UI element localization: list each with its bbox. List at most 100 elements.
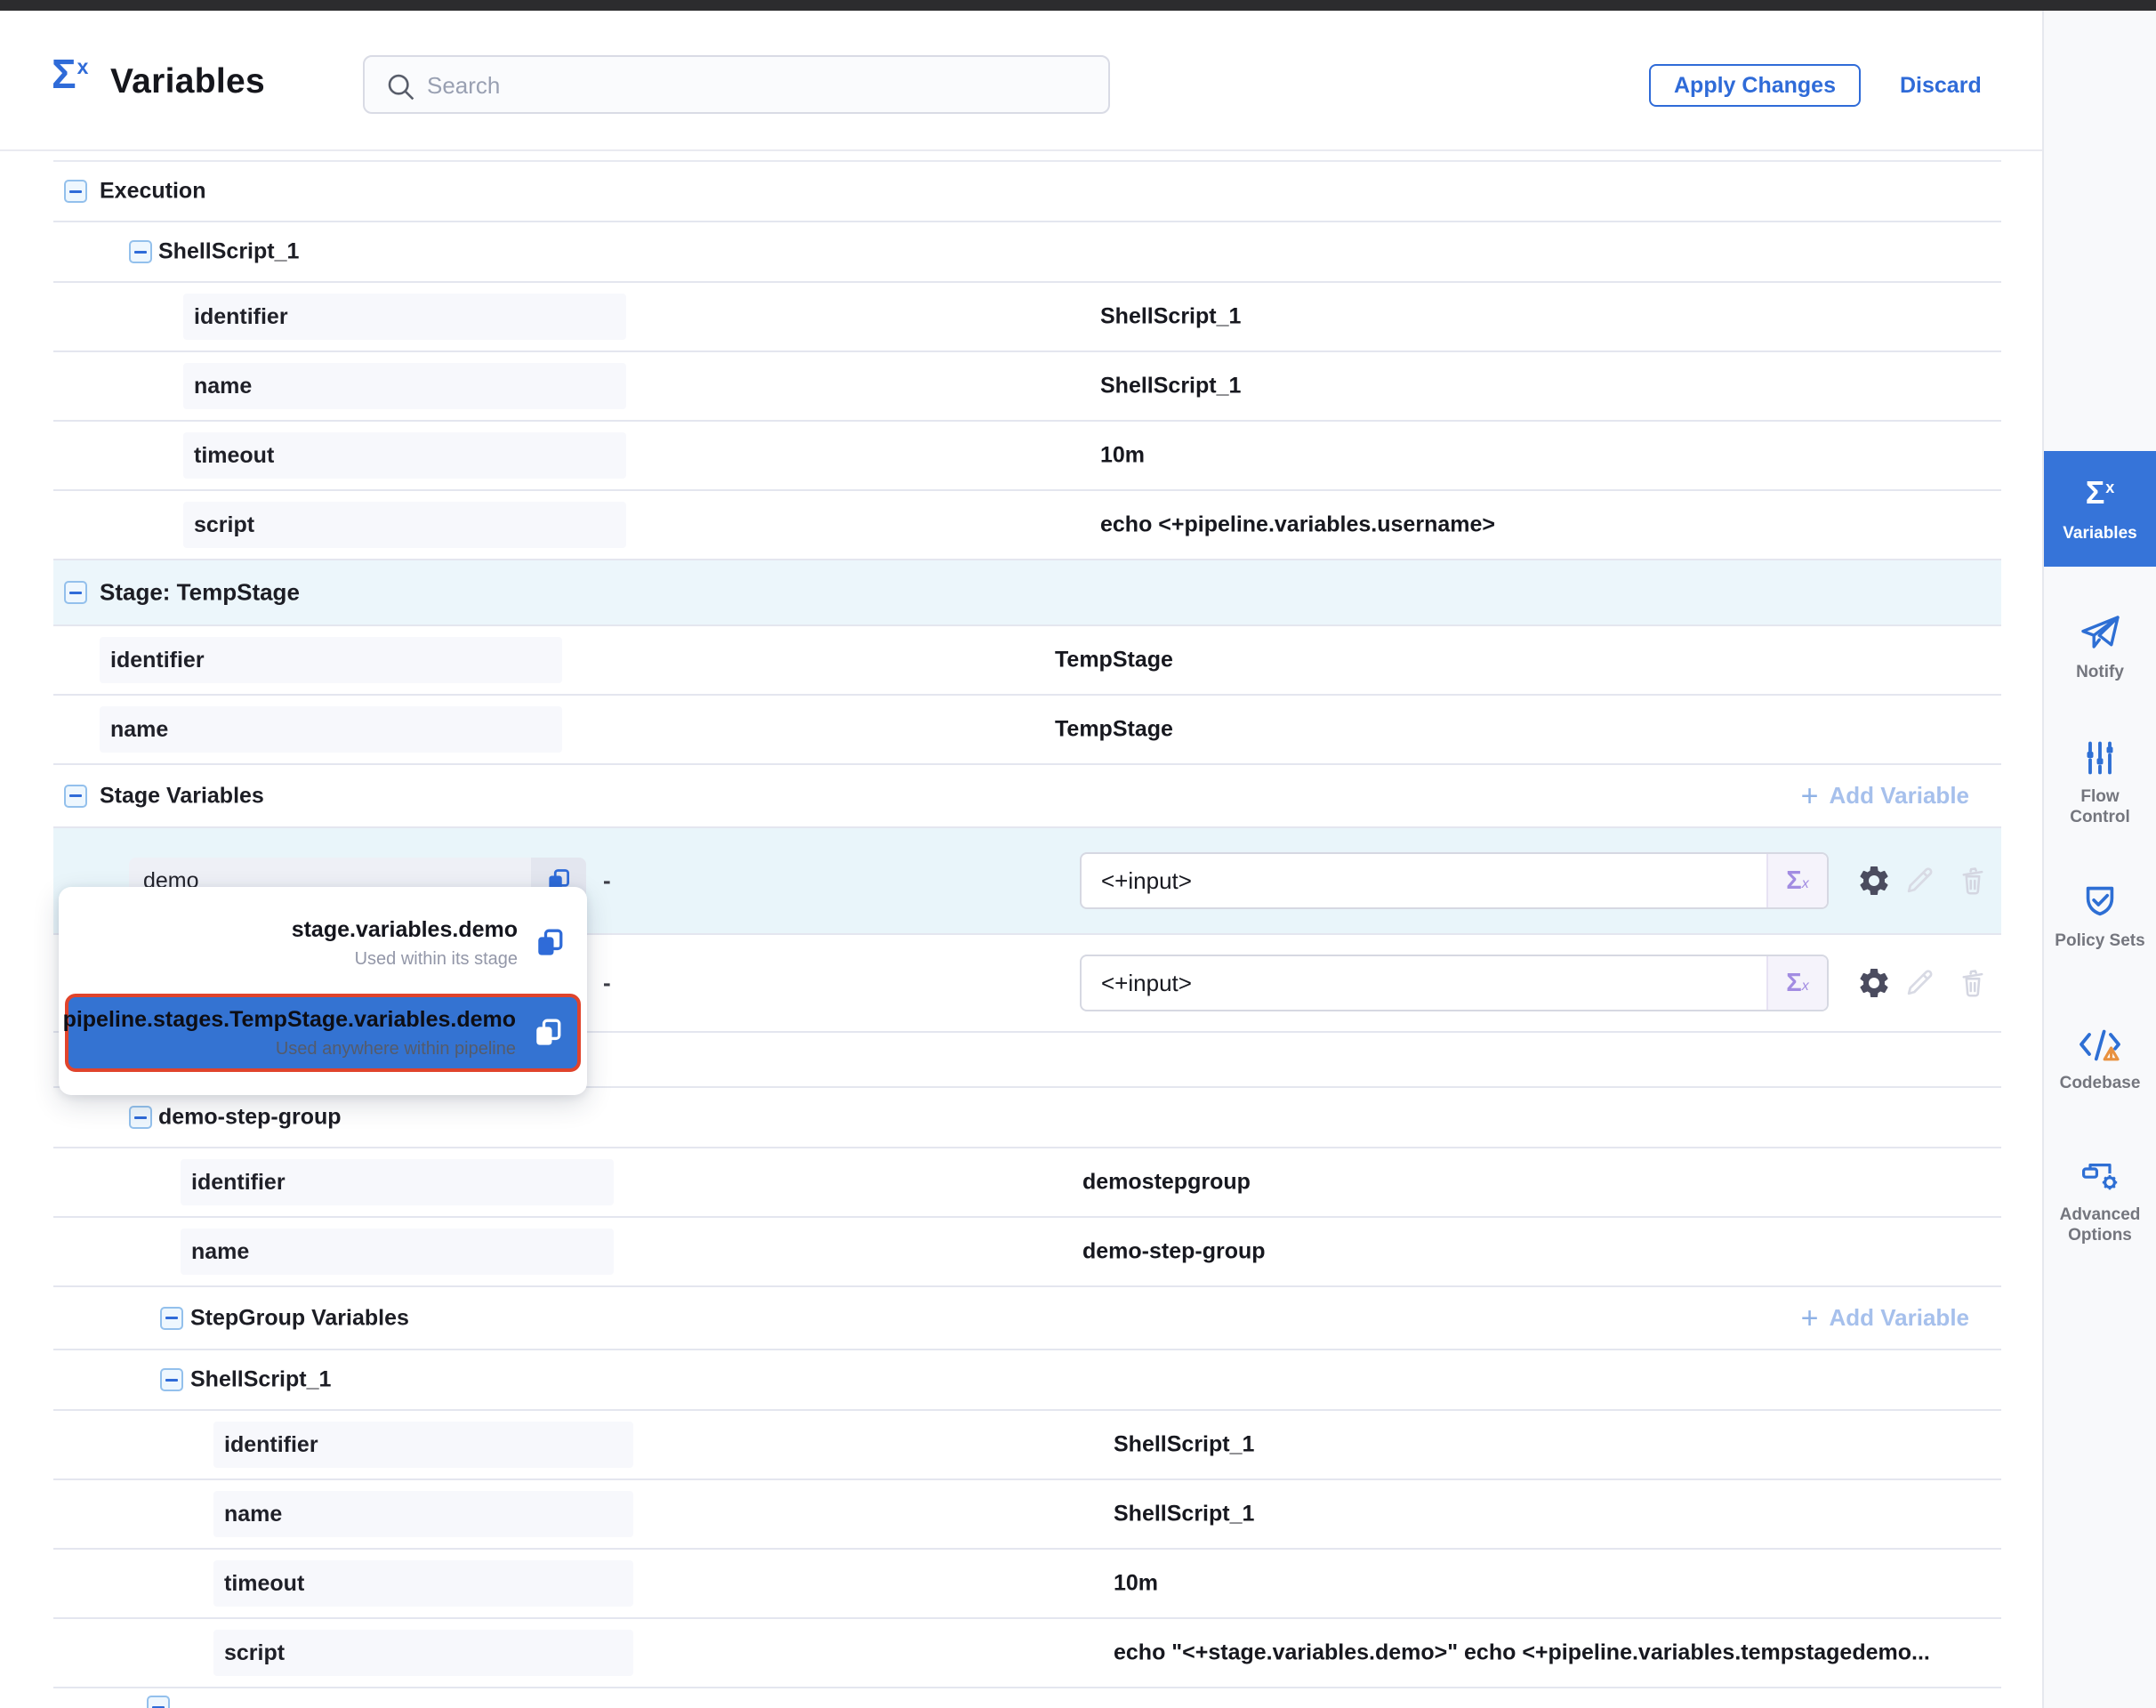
table-row-name: name ShellScript_1 xyxy=(53,1480,2001,1550)
edit-pencil-icon[interactable] xyxy=(1903,966,1936,1000)
field-label: script xyxy=(183,502,626,548)
field-label: name xyxy=(213,1491,633,1537)
collapse-minus-icon[interactable] xyxy=(160,1307,183,1330)
field-label: name xyxy=(100,706,562,753)
table-row-identifier: identifierShellScript_1 xyxy=(53,1411,2001,1480)
sidebar-item-label: Advanced Options xyxy=(2051,1204,2149,1245)
expression-toggle-icon[interactable]: Σx xyxy=(1766,956,1827,1010)
field-label: identifier xyxy=(213,1422,633,1468)
panel-header: Σx Variables Apply Changes Discard xyxy=(0,11,2042,149)
sigma-x-icon: Σx xyxy=(52,53,88,94)
add-variable-button[interactable]: +Add Variable xyxy=(1801,1303,1969,1333)
sidebar-item-label: Codebase xyxy=(2051,1073,2149,1093)
copy-icon[interactable] xyxy=(534,927,566,959)
sliders-icon xyxy=(2080,738,2120,777)
sidebar-item-label: Policy Sets xyxy=(2051,931,2149,951)
field-label: timeout xyxy=(183,432,626,479)
search-box xyxy=(363,55,1110,114)
field-value: TempStage xyxy=(1055,717,1173,743)
sigma-x-icon: Σx xyxy=(2086,478,2115,514)
sidebar-item-variables[interactable]: ΣxVariables xyxy=(2044,451,2156,567)
variable-reference-popup: stage.variables.demoUsed within its stag… xyxy=(59,887,587,1095)
table-row-identifier: identifier TempStage xyxy=(53,626,2001,696)
delete-trash-icon[interactable] xyxy=(1957,865,1989,897)
tree-node-label: StepGroup Variables xyxy=(190,1305,409,1331)
collapse-minus-icon[interactable] xyxy=(64,785,87,808)
table-row-shellscript-1: ShellScript_1 xyxy=(53,222,2001,283)
field-label-box: timeout xyxy=(183,432,626,479)
page-title: Variables xyxy=(110,62,265,101)
collapse-minus-icon[interactable] xyxy=(64,180,87,203)
tree-node-label: Stage: TempStage xyxy=(100,579,300,607)
field-label: script xyxy=(213,1630,633,1676)
table-row-timeout: timeout 10m xyxy=(53,422,2001,491)
variable-path: pipeline.stages.TempStage.variables.demo xyxy=(63,1007,516,1033)
field-label-box: timeout xyxy=(213,1560,633,1607)
add-variable-label: Add Variable xyxy=(1830,782,1970,810)
field-value: ShellScript_1 xyxy=(1114,1502,1254,1527)
header-divider xyxy=(0,149,2042,151)
expression-toggle-icon[interactable]: Σx xyxy=(1766,854,1827,907)
table-row-stage-variables: Stage Variables+Add Variable xyxy=(53,765,2001,828)
field-label-box: script xyxy=(213,1630,633,1676)
table-row-name: name ShellScript_1 xyxy=(53,352,2001,422)
table-row-demo-step-group: demo-step-group xyxy=(53,1088,2001,1148)
option-texts: stage.variables.demoUsed within its stag… xyxy=(292,917,518,970)
collapse-minus-icon[interactable] xyxy=(147,1696,170,1708)
variable-value-text: <+input> xyxy=(1101,854,1192,907)
plus-icon: + xyxy=(1801,781,1819,811)
field-value: TempStage xyxy=(1055,648,1173,673)
add-variable-button[interactable]: + Add Variable xyxy=(1801,781,1969,811)
sidebar-item-advanced-options[interactable]: Advanced Options xyxy=(2044,1156,2156,1245)
field-value: 10m xyxy=(1100,443,1145,469)
field-label-box: identifier xyxy=(181,1159,614,1205)
field-value: ShellScript_1 xyxy=(1100,374,1241,399)
tree-node-label: ShellScript_1 xyxy=(190,1367,331,1393)
field-label: identifier xyxy=(100,637,562,683)
field-value: demostepgroup xyxy=(1082,1170,1251,1196)
code-warning-icon xyxy=(2077,1027,2123,1064)
variable-type-dash: - xyxy=(603,970,611,997)
field-label: name xyxy=(183,363,626,409)
discard-button[interactable]: Discard xyxy=(1900,73,1982,99)
collapse-minus-icon[interactable] xyxy=(129,240,152,263)
variable-path-option[interactable]: stage.variables.demoUsed within its stag… xyxy=(59,899,587,987)
collapse-minus-icon[interactable] xyxy=(64,581,87,604)
variables-panel: Σx Variables Apply Changes Discard Execu… xyxy=(0,0,2156,1708)
sidebar-item-codebase[interactable]: Codebase xyxy=(2044,1027,2156,1093)
variable-value-input[interactable]: <+input> Σx xyxy=(1080,955,1829,1011)
table-row-identifier: identifier demostepgroup xyxy=(53,1148,2001,1218)
settings-gear-icon[interactable] xyxy=(1856,965,1892,1001)
tree-node-label: demo-step-group xyxy=(158,1105,342,1131)
field-label-box: identifier xyxy=(183,294,626,340)
table-row-name: name TempStage xyxy=(53,696,2001,765)
table-row-partial xyxy=(53,1688,2001,1703)
table-row-script: scriptecho <+pipeline.variables.username… xyxy=(53,491,2001,560)
field-label-box: identifier xyxy=(100,637,562,683)
field-label: timeout xyxy=(213,1560,633,1607)
sidebar-item-flow-control[interactable]: Flow Control xyxy=(2044,738,2156,827)
sidebar-item-label: Flow Control xyxy=(2051,786,2149,827)
apply-changes-button[interactable]: Apply Changes xyxy=(1649,64,1861,107)
sidebar-item-notify[interactable]: Notify xyxy=(2044,614,2156,682)
field-label-box: script xyxy=(183,502,626,548)
collapse-minus-icon[interactable] xyxy=(160,1368,183,1391)
search-input[interactable] xyxy=(425,59,1087,112)
table-row-identifier: identifierShellScript_1 xyxy=(53,283,2001,352)
copy-icon[interactable] xyxy=(532,1017,564,1049)
table-row-timeout: timeout 10m xyxy=(53,1550,2001,1619)
variable-value-input[interactable]: <+input> Σx xyxy=(1080,852,1829,909)
field-label-box: name xyxy=(181,1229,614,1275)
variable-value-text: <+input> xyxy=(1101,956,1192,1010)
variable-path-option-highlighted[interactable]: pipeline.stages.TempStage.variables.demo… xyxy=(65,994,581,1072)
settings-gear-icon[interactable] xyxy=(1856,863,1892,898)
field-value: 10m xyxy=(1114,1571,1158,1597)
right-sidebar: ΣxVariables Notify Flow Control Policy Sets… xyxy=(2042,11,2156,1708)
variable-scope: Used anywhere within pipeline xyxy=(276,1039,516,1059)
field-label-box: name xyxy=(183,363,626,409)
delete-trash-icon[interactable] xyxy=(1957,967,1989,999)
edit-pencil-icon[interactable] xyxy=(1903,864,1936,898)
variable-path: stage.variables.demo xyxy=(292,917,518,943)
collapse-minus-icon[interactable] xyxy=(129,1106,152,1129)
sidebar-item-policy-sets[interactable]: Policy Sets xyxy=(2044,881,2156,951)
